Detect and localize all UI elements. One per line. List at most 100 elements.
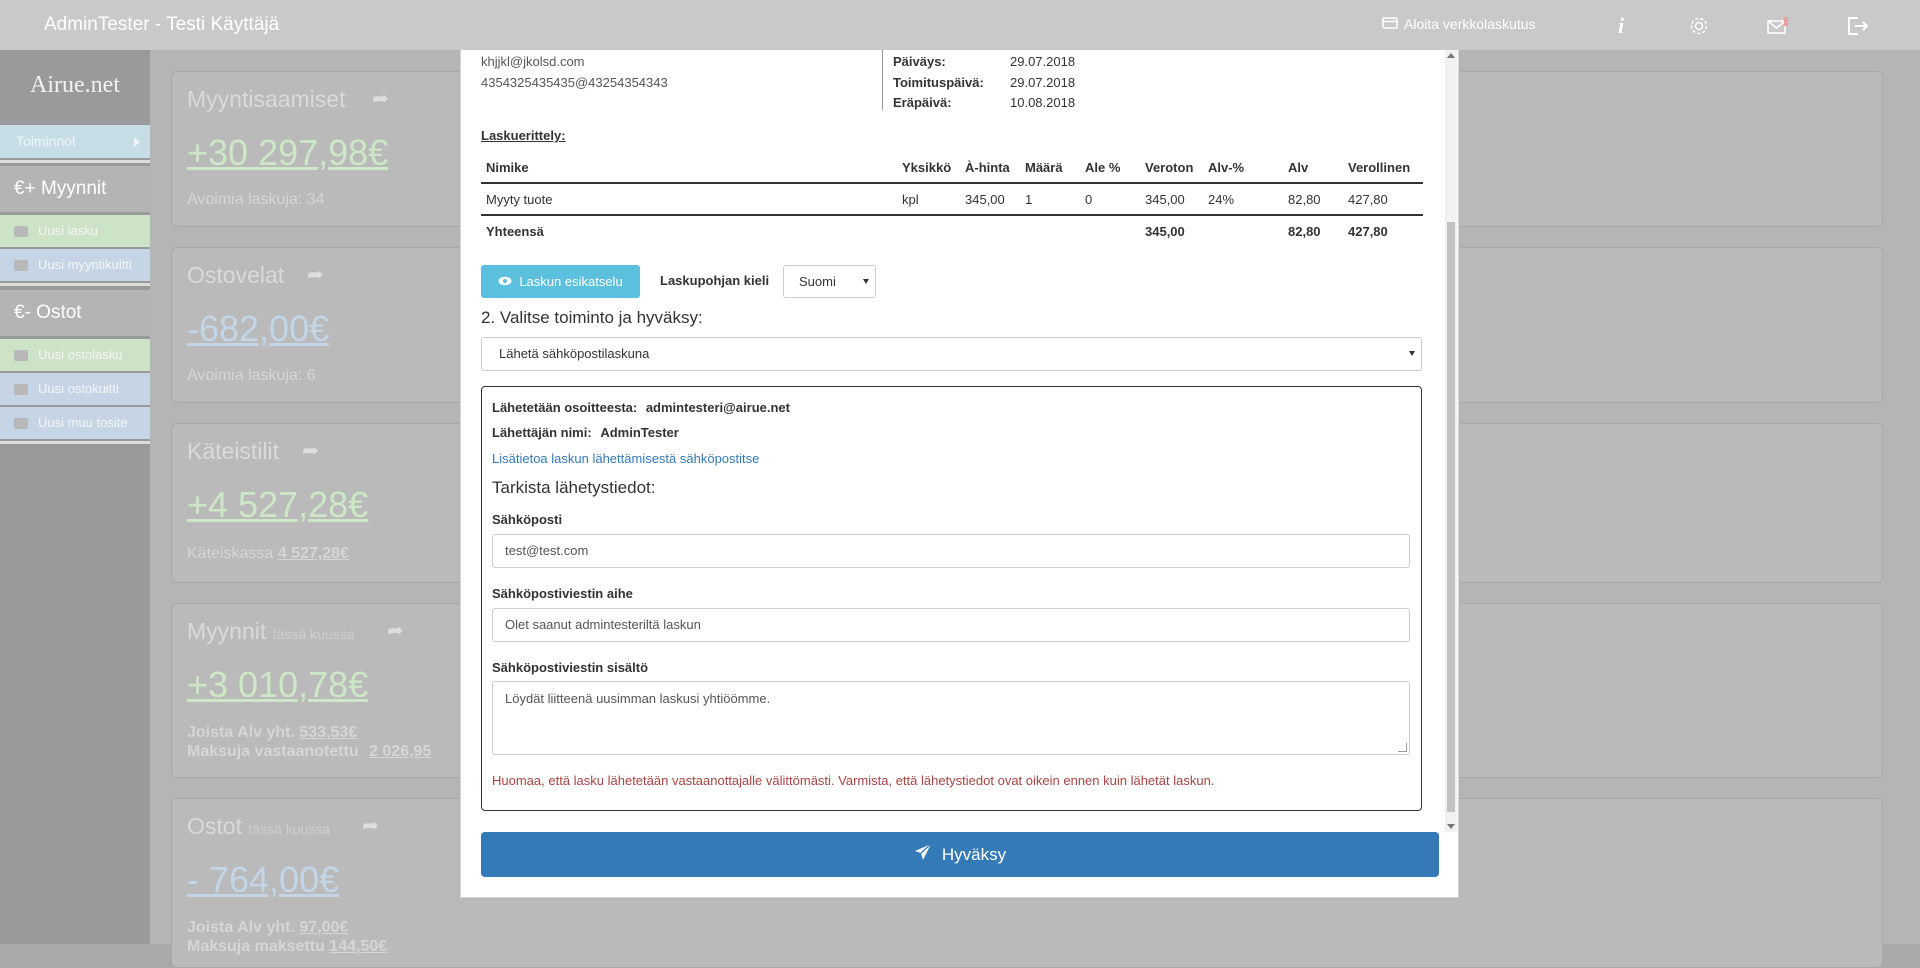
purchases-vat-line: Joista Alv yht. 97,00€ (187, 919, 348, 937)
card-title: Ostot (187, 813, 242, 839)
sidebar-item-new-sales-receipt[interactable]: Uusi myyntikuitti (0, 249, 150, 281)
camera-icon (14, 418, 28, 430)
sidebar-item-label: Uusi myyntikuitti (38, 257, 132, 272)
piggy-bank-icon (14, 226, 28, 238)
share-icon[interactable]: ➦ (302, 438, 319, 463)
email-info-link[interactable]: Lisätietoa laskun lähettämisestä sähköpo… (492, 451, 759, 466)
payables-amount[interactable]: -682,00€ (187, 308, 329, 350)
share-icon[interactable]: ➦ (387, 618, 404, 643)
approve-button[interactable]: Hyväksy (481, 832, 1439, 877)
sidebar-item-new-purchase-receipt[interactable]: Uusi ostokuitti (0, 373, 150, 405)
modal-scrollbar[interactable] (1445, 50, 1457, 832)
col-header-unit-price: À-hinta (960, 152, 1020, 184)
share-icon[interactable]: ➦ (307, 262, 324, 287)
start-einvoicing-link[interactable]: Aloita verkkolaskutus (1382, 16, 1536, 32)
cell-unit: kpl (897, 183, 960, 216)
gear-icon[interactable] (1686, 13, 1712, 39)
step2-title: 2. Valitse toiminto ja hyväksy: (481, 308, 703, 327)
sales-paid-value[interactable]: 2 026,95 (369, 743, 431, 760)
card-title-line: Myynnit tässä kuussa (187, 618, 354, 645)
sidebar-item-label: Uusi lasku (38, 223, 98, 238)
check-details-title: Tarkista lähetystiedot: (492, 478, 656, 497)
col-header-name: Nimike (481, 152, 897, 184)
col-header-quantity: Määrä (1020, 152, 1080, 184)
card-title: Ostovelat (187, 262, 285, 288)
sidebar-divider (0, 160, 150, 163)
receivables-open-count: Avoimia laskuja: 34 (187, 191, 325, 208)
sender-address-line: Lähetetään osoitteesta: admintesteri@air… (492, 400, 790, 415)
body-textarea[interactable]: Löydät liitteenä uusimman laskusi yhtiöö… (492, 681, 1410, 755)
col-header-gross: Verollinen (1343, 152, 1423, 184)
action-select[interactable]: Lähetä sähköpostilaskuna (481, 337, 1422, 371)
sales-paid-line: Maksuja vastaanotettu 2 026,95 (187, 743, 431, 761)
purchases-paid-value[interactable]: 144,50€ (329, 938, 387, 955)
recipient-einvoice-address: 4354325435435@43254354343 (481, 75, 668, 90)
cash-register-value[interactable]: 4 527,28€ (278, 545, 349, 562)
resize-grip-icon[interactable] (1398, 743, 1407, 752)
sales-month-amount[interactable]: +3 010,78€ (187, 664, 368, 706)
receivables-amount[interactable]: +30 297,98€ (187, 132, 388, 174)
cell-unit-price: 345,00 (960, 183, 1020, 216)
mail-icon[interactable] (1765, 13, 1791, 39)
share-icon[interactable]: ➦ (362, 813, 379, 838)
delivery-date-value: 29.07.2018 (1010, 75, 1076, 90)
total-vat: 82,80 (1288, 223, 1321, 239)
camera-icon (14, 384, 28, 396)
invoice-lines-table: Nimike Yksikkö À-hinta Määrä Ale % Verot… (481, 152, 1423, 246)
body-textarea-value: Löydät liitteenä uusimman laskusi yhtiöö… (505, 691, 771, 706)
sidebar-toiminnot[interactable]: Toiminnot (0, 125, 150, 158)
purchases-vat-value[interactable]: 97,00€ (299, 919, 348, 936)
scroll-down-arrow-icon[interactable] (1447, 824, 1455, 829)
sidebar-item-new-invoice[interactable]: Uusi lasku (0, 215, 150, 247)
cell-discount: 0 (1080, 183, 1140, 216)
cash-register-line: Käteiskassa 4 527,28€ (187, 545, 349, 563)
logout-icon[interactable] (1845, 13, 1871, 39)
card-title: Käteistilit (187, 438, 280, 464)
scroll-up-arrow-icon[interactable] (1447, 53, 1455, 58)
cash-amount[interactable]: +4 527,28€ (187, 484, 368, 526)
paper-plane-icon (914, 843, 932, 866)
body-field-label: Sähköpostiviestin sisältö (492, 660, 649, 675)
logo[interactable]: Airue.net (0, 72, 150, 99)
sidebar-item-new-purchase-invoice[interactable]: Uusi ostolasku (0, 339, 150, 371)
purchases-month-amount[interactable]: - 764,00€ (187, 859, 339, 901)
camera-icon (14, 260, 28, 272)
card-icon (1382, 16, 1398, 32)
purchases-paid-line: Maksuja maksettu 144,50€ (187, 938, 387, 956)
subject-field-label: Sähköpostiviestin aihe (492, 586, 633, 601)
date-label: Päiväys: (893, 54, 946, 69)
sidebar-header-purchases[interactable]: €- Ostot (0, 290, 150, 336)
invoice-preview-button[interactable]: Laskun esikatselu (481, 265, 640, 298)
template-language-select[interactable]: Suomi (783, 265, 876, 298)
subject-field[interactable]: Olet saanut admintesteriltä laskun (492, 608, 1410, 642)
email-field[interactable]: test@test.com (492, 534, 1410, 568)
share-icon[interactable]: ➦ (372, 86, 389, 111)
sender-name-line: Lähettäjän nimi: AdminTester (492, 425, 679, 440)
chevron-down-icon (1409, 351, 1415, 356)
cash-register-label: Käteiskassa (187, 545, 274, 562)
template-language-value: Suomi (799, 274, 836, 289)
sales-vat-label: Joista Alv yht. (187, 724, 295, 741)
invoice-preview-label: Laskun esikatselu (519, 274, 623, 289)
sales-vat-value[interactable]: 533,53€ (299, 724, 357, 741)
sidebar-header-sales[interactable]: €+ Myynnit (0, 166, 150, 212)
header-divider (882, 50, 883, 110)
send-warning-text: Huomaa, että lasku lähetetään vastaanott… (492, 773, 1215, 788)
table-row: Myyty tuote kpl 345,00 1 0 345,00 24% 82… (481, 183, 1423, 216)
sales-paid-label: Maksuja vastaanotettu (187, 743, 359, 760)
purchases-paid-label: Maksuja maksettu (187, 938, 325, 955)
due-date-value: 10.08.2018 (1010, 95, 1076, 110)
total-empty (1203, 215, 1283, 246)
scrollbar-thumb[interactable] (1447, 222, 1455, 812)
cell-name: Myyty tuote (481, 183, 897, 216)
card-title-period: tässä kuussa (248, 821, 331, 837)
sidebar-item-new-other-voucher[interactable]: Uusi muu tosite (0, 407, 150, 439)
chevron-down-icon (863, 279, 869, 284)
info-icon[interactable]: i (1608, 13, 1634, 39)
sales-vat-line: Joista Alv yht. 533,53€ (187, 724, 357, 742)
template-language-label: Laskupohjan kieli (660, 273, 770, 288)
sender-address-value: admintesteri@airue.net (645, 400, 790, 415)
sidebar-item-label: Uusi ostolasku (38, 347, 123, 362)
recipient-email: khjjkl@jkolsd.com (481, 54, 585, 69)
sender-name-label: Lähettäjän nimi: (492, 425, 592, 440)
